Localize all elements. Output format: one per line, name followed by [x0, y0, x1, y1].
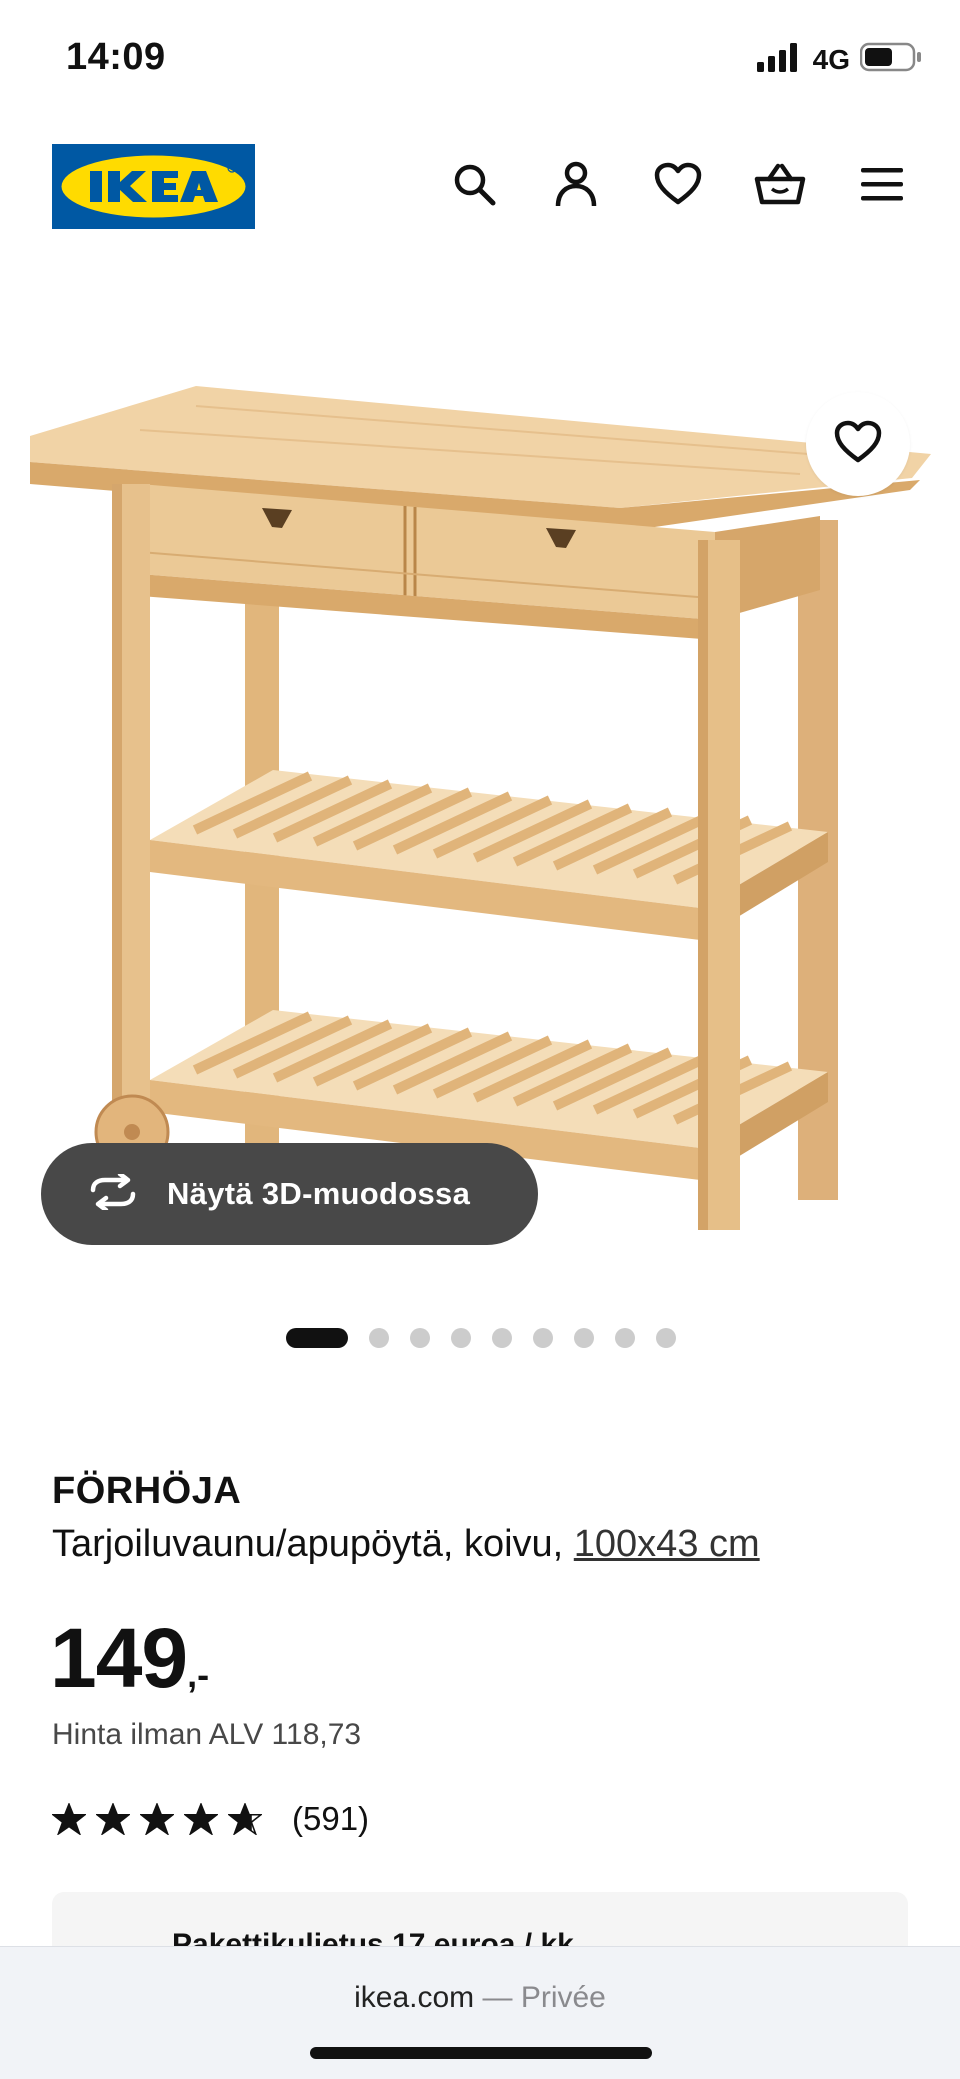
- carousel-dot[interactable]: [574, 1328, 594, 1348]
- heart-icon: [834, 420, 882, 469]
- carousel-dot[interactable]: [656, 1328, 676, 1348]
- url-text: ikea.com: [354, 1981, 475, 2014]
- heart-icon[interactable]: [652, 158, 704, 210]
- review-count: (591): [292, 1800, 370, 1837]
- price-value: 149: [50, 1611, 188, 1705]
- status-time: 14:09: [66, 36, 166, 78]
- site-header: [0, 140, 960, 236]
- carousel-dot[interactable]: [492, 1328, 512, 1348]
- ikea-logo[interactable]: [52, 144, 255, 229]
- product-image: [30, 386, 931, 1230]
- product-size-link[interactable]: 100x43 cm: [574, 1523, 760, 1565]
- price-excl-vat: Hinta ilman ALV 118,73: [52, 1718, 362, 1751]
- product-info: FÖRHÖJA Tarjoiluvaunu/apupöytä, koivu, 1…: [52, 1470, 912, 1566]
- address-line: ikea.com — Privée: [0, 1981, 960, 2015]
- basket-icon[interactable]: [754, 158, 806, 210]
- carousel-dots: [0, 1326, 960, 1350]
- product-name: FÖRHÖJA: [52, 1470, 242, 1512]
- view-3d-label: Näytä 3D-muodossa: [167, 1176, 471, 1211]
- carousel-dot[interactable]: [369, 1328, 389, 1348]
- carousel-dot[interactable]: [451, 1328, 471, 1348]
- rating-stars: [52, 1803, 262, 1835]
- star-icon: [96, 1803, 130, 1835]
- product-rating[interactable]: (591): [52, 1800, 369, 1838]
- product-description: Tarjoiluvaunu/apupöytä, koivu, 100x43 cm: [52, 1523, 912, 1566]
- home-indicator[interactable]: [310, 2047, 652, 2059]
- search-icon[interactable]: [448, 158, 500, 210]
- browser-address-bar[interactable]: ikea.com — Privée: [0, 1946, 960, 2079]
- star-icon: [228, 1803, 262, 1835]
- url-separator: —: [474, 1981, 521, 2014]
- price-suffix: ,-: [187, 1654, 210, 1695]
- account-icon[interactable]: [550, 158, 602, 210]
- star-icon: [184, 1803, 218, 1835]
- status-icons: 4G: [756, 42, 922, 77]
- product-type: Tarjoiluvaunu/apupöytä, koivu,: [52, 1523, 574, 1565]
- view-3d-button[interactable]: Näytä 3D-muodossa: [41, 1143, 538, 1245]
- carousel-dot[interactable]: [286, 1328, 348, 1348]
- private-mode-label: Privée: [520, 1981, 606, 2014]
- star-icon: [52, 1803, 86, 1835]
- rotate-3d-icon: [87, 1171, 139, 1215]
- carousel-dot[interactable]: [533, 1328, 553, 1348]
- battery-icon: [859, 42, 922, 77]
- network-label: 4G: [812, 43, 850, 75]
- menu-icon[interactable]: [856, 158, 908, 210]
- product-price: 149 ,-: [50, 1610, 209, 1707]
- add-to-favorites-button[interactable]: [806, 392, 910, 496]
- signal-icon: [756, 42, 803, 77]
- star-icon: [140, 1803, 174, 1835]
- carousel-dot[interactable]: [410, 1328, 430, 1348]
- header-nav: [448, 158, 908, 210]
- carousel-dot[interactable]: [615, 1328, 635, 1348]
- product-gallery[interactable]: Näytä 3D-muodossa: [0, 300, 960, 1300]
- status-bar: 14:09 4G: [0, 0, 960, 120]
